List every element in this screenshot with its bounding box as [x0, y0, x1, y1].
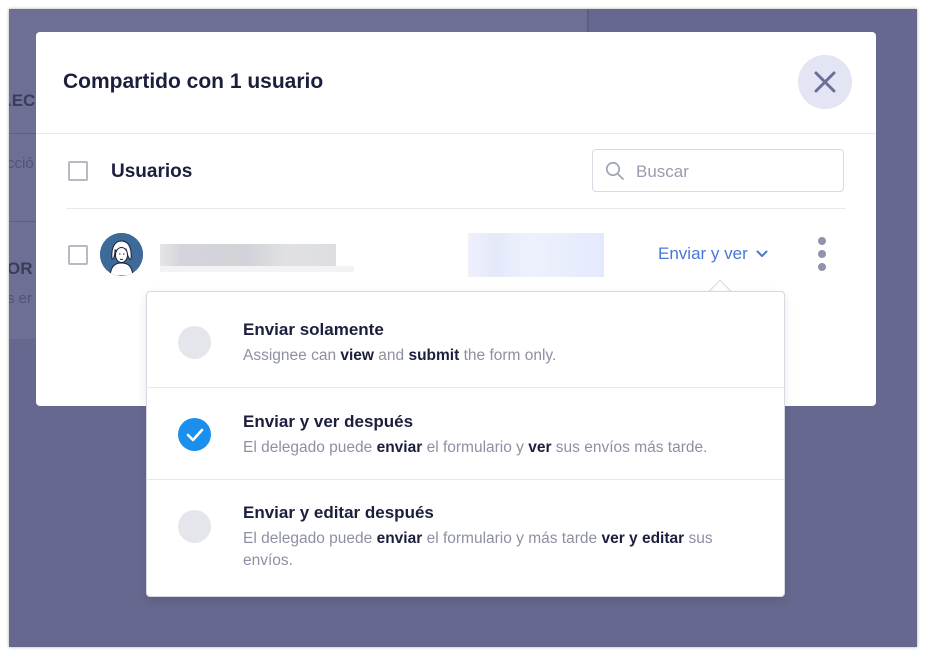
permission-option-submit-only[interactable]: Enviar solamente Assignee can view and s… — [147, 292, 784, 387]
permission-dropdown[interactable]: Enviar y ver — [658, 244, 768, 264]
avatar-illustration — [100, 233, 143, 276]
permission-option-submit-view[interactable]: Enviar y ver después El delegado puede e… — [147, 388, 784, 479]
user-row-checkbox[interactable] — [68, 245, 88, 265]
option-description: El delegado puede enviar el formulario y… — [243, 530, 713, 569]
modal-title: Compartido con 1 usuario — [63, 70, 324, 93]
close-icon — [814, 71, 836, 93]
header-divider — [36, 133, 876, 134]
permission-option-submit-edit[interactable]: Enviar y editar después El delegado pued… — [147, 480, 784, 596]
option-title: Enviar y editar después — [243, 503, 434, 522]
more-options-button[interactable] — [814, 237, 830, 271]
checkmark-icon — [186, 428, 203, 441]
redacted-user-email — [468, 233, 604, 277]
radio-button-selected[interactable] — [178, 418, 211, 451]
row-divider — [66, 208, 846, 209]
background-fragment: cció — [9, 155, 34, 172]
option-title: Enviar y ver después — [243, 412, 414, 431]
option-description: El delegado puede enviar el formulario y… — [243, 439, 708, 456]
permission-popover: Enviar solamente Assignee can view and s… — [146, 291, 785, 597]
chevron-down-icon — [756, 250, 768, 257]
more-vertical-icon — [818, 237, 826, 245]
redacted-user-name-shadow — [160, 266, 354, 272]
search-placeholder: Buscar — [636, 162, 689, 181]
option-title: Enviar solamente — [243, 320, 384, 339]
background-fragment: OR — [9, 259, 33, 278]
radio-button[interactable] — [178, 510, 211, 543]
avatar — [100, 233, 143, 276]
select-all-checkbox[interactable] — [68, 161, 88, 181]
permission-dropdown-label: Enviar y ver — [658, 244, 748, 263]
search-icon — [605, 161, 624, 180]
users-header: Usuarios — [111, 161, 193, 182]
background-fragment: s er — [9, 290, 33, 307]
redacted-user-name — [160, 244, 336, 266]
background-fragment: .EC — [9, 91, 36, 110]
radio-button[interactable] — [178, 326, 211, 359]
option-description: Assignee can view and submit the form on… — [243, 347, 557, 364]
close-button[interactable] — [798, 55, 852, 109]
search-input[interactable]: Buscar — [592, 149, 844, 192]
